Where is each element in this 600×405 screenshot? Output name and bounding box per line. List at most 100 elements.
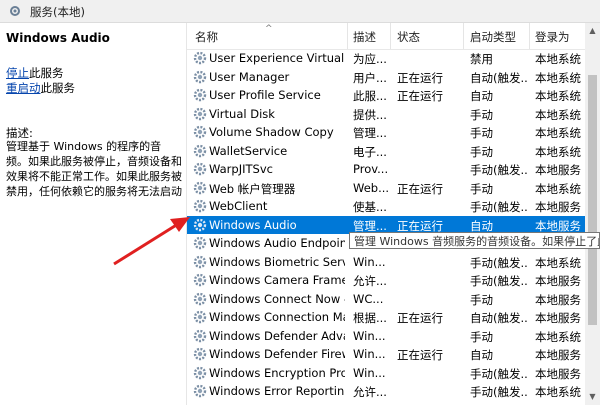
cell-name: User Manager xyxy=(209,69,290,84)
cell-logon-as: 本地服务 xyxy=(535,200,581,214)
cell-logon-as: 本地服务 xyxy=(535,348,581,362)
cell-logon-as: 本地服务 xyxy=(535,274,581,288)
cell-description: 使基... xyxy=(353,200,387,214)
cell-logon-as: 本地系统 xyxy=(535,107,581,122)
cell-description: 为应... xyxy=(353,52,387,66)
table-row[interactable]: Windows Connect Now -... WC... 手动 本地服务 xyxy=(187,290,585,309)
cell-logon-as: 本地系统 xyxy=(535,70,581,85)
cell-startup-type: 手动 xyxy=(470,144,493,159)
column-divider[interactable] xyxy=(463,23,464,49)
cell-startup-type: 自动(触发... xyxy=(470,311,528,325)
cell-description: WC... xyxy=(353,291,384,306)
table-row[interactable]: User Experience Virtualiz... 为应... 禁用 本地系统 xyxy=(187,49,585,68)
cell-description: Web... xyxy=(353,180,389,195)
cell-description: Prov... xyxy=(353,162,389,176)
cell-name: WebClient xyxy=(209,199,268,213)
cell-name: WalletService xyxy=(209,143,288,158)
table-row[interactable]: Windows Connection Ma... 根据... 正在运行 自动(触发..… xyxy=(187,308,585,327)
cell-description: 允许... xyxy=(353,274,387,288)
table-row[interactable]: Windows Encryption Pro... Win... 手动(触发... 本… xyxy=(187,364,585,383)
table-row[interactable]: WebClient 使基... 手动(触发... 本地服务 xyxy=(187,197,585,216)
stop-service-suffix: 此服务 xyxy=(29,66,64,80)
cell-logon-as: 本地系统 xyxy=(535,52,581,66)
cell-startup-type: 手动(触发... xyxy=(470,255,528,270)
stop-service-line: 停止此服务 xyxy=(6,65,64,81)
cell-status: 正在运行 xyxy=(397,70,443,85)
cell-startup-type: 自动(触发... xyxy=(470,70,528,85)
table-row[interactable]: Web 帐户管理器 Web... 正在运行 手动 本地系统 xyxy=(187,179,585,198)
table-row[interactable]: Windows Defender Adva... Win... 手动 本地系统 xyxy=(187,327,585,346)
selected-service-name: Windows Audio xyxy=(6,31,110,45)
window-title: 服务(本地) xyxy=(30,5,85,19)
cell-description: 根据... xyxy=(353,311,387,325)
table-row[interactable]: Windows Camera Frame ... 允许... 手动(触发... 本地服… xyxy=(187,271,585,290)
cell-startup-type: 手动 xyxy=(470,107,493,122)
table-row[interactable]: Volume Shadow Copy 管理... 手动 本地系统 xyxy=(187,123,585,142)
column-header-row: ^ 名称 描述 状态 启动类型 登录为 xyxy=(187,23,585,50)
column-header-startup-type[interactable]: 启动类型 xyxy=(470,29,516,45)
cell-logon-as: 本地系统 xyxy=(535,385,581,399)
vertical-scrollbar[interactable]: ▲ ▼ xyxy=(585,23,600,405)
cell-name: Windows Audio xyxy=(209,217,297,232)
cell-logon-as: 本地系统 xyxy=(535,255,581,270)
cell-name: Windows Defender Firew... xyxy=(209,347,345,361)
table-row[interactable]: User Manager 用户... 正在运行 自动(触发... 本地系统 xyxy=(187,68,585,87)
cell-logon-as: 本地系统 xyxy=(535,181,581,196)
cell-logon-as: 本地服务 xyxy=(535,311,581,325)
restart-service-link[interactable]: 重启动 xyxy=(6,81,41,95)
column-header-logon-as[interactable]: 登录为 xyxy=(535,29,570,45)
table-row[interactable]: Virtual Disk 提供... 手动 本地系统 xyxy=(187,105,585,124)
cell-name: Windows Biometric Servi... xyxy=(209,254,345,269)
table-row[interactable]: Windows Biometric Servi... Win... 手动(触发...… xyxy=(187,253,585,272)
cell-status: 正在运行 xyxy=(397,181,443,196)
cell-logon-as: 本地系统 xyxy=(535,329,581,344)
cell-status: 正在运行 xyxy=(397,89,443,103)
cell-name: Windows Connect Now -... xyxy=(209,291,345,306)
description-tooltip: 管理 Windows 音频服务的音频设备。如果停止了此 xyxy=(349,232,600,249)
gear-icon xyxy=(193,70,207,83)
red-arrow-annotation xyxy=(113,217,190,266)
cell-description: Win... xyxy=(353,254,386,269)
gear-icon xyxy=(193,273,207,287)
scroll-down-arrow-icon[interactable]: ▼ xyxy=(585,389,600,405)
cell-name: Windows Audio Endpoint... xyxy=(209,236,345,250)
cell-description: 电子... xyxy=(353,144,387,159)
cell-description: Win... xyxy=(353,347,386,361)
column-divider[interactable] xyxy=(529,23,530,49)
column-header-status[interactable]: 状态 xyxy=(397,29,420,45)
cell-logon-as: 本地系统 xyxy=(535,144,581,159)
cell-startup-type: 手动(触发... xyxy=(470,385,528,399)
scrollbar-thumb[interactable] xyxy=(588,75,597,325)
services-icon xyxy=(10,6,20,16)
gear-icon xyxy=(193,366,207,379)
cell-description: Win... xyxy=(353,365,386,380)
cell-description: 管理... xyxy=(353,126,387,140)
stop-service-link[interactable]: 停止 xyxy=(6,66,29,80)
cell-description: 提供... xyxy=(353,107,387,122)
column-divider[interactable] xyxy=(347,23,348,49)
cell-logon-as: 本地服务 xyxy=(535,366,581,381)
table-row[interactable]: WalletService 电子... 手动 本地系统 xyxy=(187,142,585,161)
gear-icon xyxy=(193,51,207,65)
column-divider[interactable] xyxy=(390,23,391,49)
gear-icon xyxy=(193,329,207,342)
cell-startup-type: 自动 xyxy=(470,348,493,362)
column-header-description[interactable]: 描述 xyxy=(353,29,376,45)
cell-startup-type: 手动(触发... xyxy=(470,200,528,214)
table-row[interactable]: Windows Defender Firew... Win... 正在运行 自动 本地服… xyxy=(187,345,585,364)
cell-startup-type: 自动 xyxy=(470,89,493,103)
table-row[interactable]: WarpJITSvc Prov... 手动(触发... 本地服务 xyxy=(187,160,585,179)
cell-description: 允许... xyxy=(353,385,387,399)
gear-icon xyxy=(193,88,207,102)
title-bar: 服务(本地) xyxy=(0,0,600,23)
scroll-up-arrow-icon[interactable]: ▲ xyxy=(585,23,600,39)
gear-icon xyxy=(193,125,207,139)
gear-icon xyxy=(193,162,207,176)
table-row[interactable]: User Profile Service 此服... 正在运行 自动 本地系统 xyxy=(187,86,585,105)
table-row[interactable]: Windows Error Reportin... 允许... 手动(触发... 本地… xyxy=(187,382,585,401)
cell-logon-as: 本地服务 xyxy=(535,163,581,177)
cell-startup-type: 手动 xyxy=(470,181,493,196)
cell-name: Volume Shadow Copy xyxy=(209,125,334,139)
cell-logon-as: 本地服务 xyxy=(535,292,581,307)
column-header-name[interactable]: 名称 xyxy=(195,29,218,45)
